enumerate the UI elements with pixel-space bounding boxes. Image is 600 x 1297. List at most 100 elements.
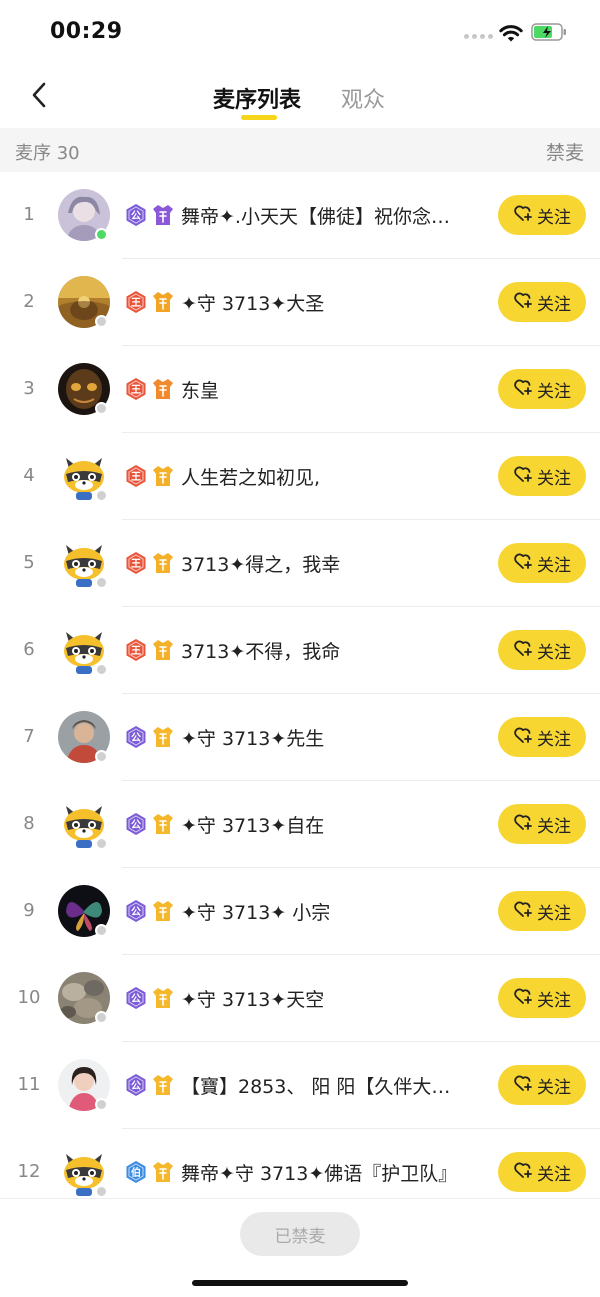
list-item[interactable]: 7 公 ✦守 3713✦先生 关注 <box>0 694 600 781</box>
tab-indicator <box>241 115 277 120</box>
row-index: 3 <box>23 378 35 399</box>
row-index: 2 <box>23 291 35 312</box>
battery-icon <box>531 23 566 41</box>
row-index: 8 <box>23 813 35 834</box>
vip-badge-icon <box>151 464 175 488</box>
top-nav: 麦序列表 观众 <box>0 64 600 128</box>
ban-mic-button[interactable]: 禁麦 <box>546 138 584 165</box>
list-item[interactable]: 8 公 ✦守 3713✦自在 关注 <box>0 781 600 868</box>
user-name: 3713✦得之，我幸 <box>181 554 341 576</box>
vip-badge-icon <box>151 290 175 314</box>
follow-label: 关注 <box>537 468 571 489</box>
follow-label: 关注 <box>537 990 571 1011</box>
heart-plus-icon <box>513 291 533 313</box>
follow-label: 关注 <box>537 816 571 837</box>
online-status-dot <box>95 315 108 328</box>
rank-badge-icon: 公 <box>125 899 147 923</box>
rank-badge-icon: 公 <box>125 812 147 836</box>
user-name: 人生若之如初见, <box>181 467 321 489</box>
mic-queue-list: 1 公 舞帝✦.小天天【佛徒】祝你念… 关注 2 王 ✦守 3713✦大圣 关注… <box>0 172 600 1198</box>
bottom-bar: 已禁麦 <box>0 1198 600 1297</box>
follow-button[interactable]: 关注 <box>498 456 586 496</box>
svg-text:王: 王 <box>131 645 141 657</box>
tab-audience[interactable]: 观众 <box>341 82 385 114</box>
row-index: 6 <box>23 639 35 660</box>
list-item[interactable]: 2 王 ✦守 3713✦大圣 关注 <box>0 259 600 346</box>
online-status-dot <box>95 1098 108 1111</box>
follow-button[interactable]: 关注 <box>498 1065 586 1105</box>
heart-plus-icon <box>513 1074 533 1096</box>
online-status-dot <box>95 576 108 589</box>
online-status-dot <box>95 489 108 502</box>
heart-plus-icon <box>513 900 533 922</box>
svg-text:王: 王 <box>131 297 141 309</box>
user-name: ✦守 3713✦自在 <box>181 815 325 837</box>
follow-button[interactable]: 关注 <box>498 369 586 409</box>
vip-badge-icon <box>151 638 175 662</box>
rank-badge-icon: 王 <box>125 464 147 488</box>
user-name: 舞帝✦.小天天【佛徒】祝你念… <box>181 206 450 228</box>
row-index: 5 <box>23 552 35 573</box>
list-item[interactable]: 1 公 舞帝✦.小天天【佛徒】祝你念… 关注 <box>0 172 600 259</box>
mic-banned-button[interactable]: 已禁麦 <box>240 1212 360 1256</box>
online-status-dot <box>95 228 108 241</box>
signal-icon <box>464 34 493 39</box>
follow-label: 关注 <box>537 207 571 228</box>
list-item[interactable]: 10 公 ✦守 3713✦天空 关注 <box>0 955 600 1042</box>
list-item[interactable]: 4 王 人生若之如初见, 关注 <box>0 433 600 520</box>
follow-button[interactable]: 关注 <box>498 630 586 670</box>
rank-badge-icon: 公 <box>125 1073 147 1097</box>
rank-badge-icon: 王 <box>125 377 147 401</box>
user-name: ✦守 3713✦大圣 <box>181 293 325 315</box>
vip-badge-icon <box>151 812 175 836</box>
follow-button[interactable]: 关注 <box>498 1152 586 1192</box>
svg-text:公: 公 <box>131 906 141 918</box>
follow-label: 关注 <box>537 555 571 576</box>
svg-text:王: 王 <box>131 558 141 570</box>
status-bar: 00:29 <box>0 0 600 64</box>
follow-button[interactable]: 关注 <box>498 195 586 235</box>
online-status-dot <box>95 924 108 937</box>
list-item[interactable]: 9 公 ✦守 3713✦ 小宗 关注 <box>0 868 600 955</box>
follow-button[interactable]: 关注 <box>498 978 586 1018</box>
row-index: 4 <box>23 465 35 486</box>
list-item[interactable]: 11 公 【寶】2853、 阳 阳【久伴大… 关注 <box>0 1042 600 1129</box>
heart-plus-icon <box>513 552 533 574</box>
user-name: ✦守 3713✦天空 <box>181 989 325 1011</box>
list-item[interactable]: 12 伯 舞帝✦守 3713✦佛语『护卫队』 关注 <box>0 1129 600 1198</box>
svg-text:公: 公 <box>131 993 141 1005</box>
vip-badge-icon <box>151 377 175 401</box>
svg-text:王: 王 <box>131 384 141 396</box>
online-status-dot <box>95 1185 108 1198</box>
mic-queue-header: 麦序 30 禁麦 <box>0 128 600 172</box>
back-icon[interactable] <box>26 78 54 112</box>
vip-badge-icon <box>151 203 175 227</box>
heart-plus-icon <box>513 1161 533 1183</box>
rank-badge-icon: 王 <box>125 551 147 575</box>
svg-text:公: 公 <box>131 210 141 222</box>
rank-badge-icon: 公 <box>125 203 147 227</box>
follow-button[interactable]: 关注 <box>498 804 586 844</box>
vip-badge-icon <box>151 899 175 923</box>
list-item[interactable]: 6 王 3713✦不得，我命 关注 <box>0 607 600 694</box>
online-status-dot <box>95 1011 108 1024</box>
home-indicator <box>192 1280 408 1286</box>
list-item[interactable]: 3 王 东皇 关注 <box>0 346 600 433</box>
svg-text:伯: 伯 <box>131 1166 141 1179</box>
follow-button[interactable]: 关注 <box>498 543 586 583</box>
vip-badge-icon <box>151 725 175 749</box>
list-item[interactable]: 5 王 3713✦得之，我幸 关注 <box>0 520 600 607</box>
follow-button[interactable]: 关注 <box>498 891 586 931</box>
online-status-dot <box>95 402 108 415</box>
rank-badge-icon: 王 <box>125 638 147 662</box>
follow-label: 关注 <box>537 903 571 924</box>
mic-queue-count: 麦序 30 <box>15 143 80 164</box>
rank-badge-icon: 伯 <box>125 1160 147 1184</box>
tab-mic-queue[interactable]: 麦序列表 <box>213 82 301 114</box>
follow-button[interactable]: 关注 <box>498 717 586 757</box>
heart-plus-icon <box>513 726 533 748</box>
row-index: 12 <box>17 1161 41 1182</box>
follow-button[interactable]: 关注 <box>498 282 586 322</box>
heart-plus-icon <box>513 204 533 226</box>
row-index: 9 <box>23 900 35 921</box>
